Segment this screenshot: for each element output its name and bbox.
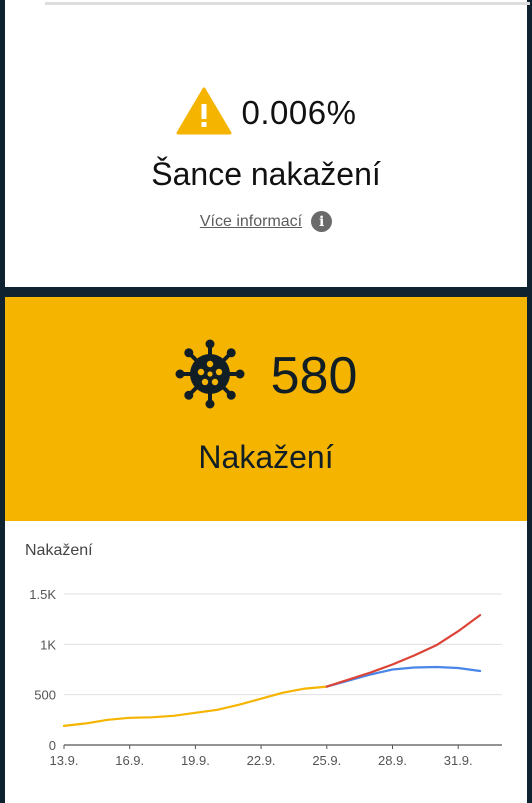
- y-tick-label: 1.5K: [29, 587, 56, 602]
- divider: [45, 2, 530, 5]
- risk-card: 0.006% Šance nakažení Více informací i: [5, 0, 530, 287]
- more-info-link[interactable]: Více informací: [200, 213, 302, 231]
- x-tick-label: 16.9.: [115, 753, 144, 768]
- chart-card: Nakažení 0 500 1K 1.5K 13.9. 16.9. 19.9. 22.9. 2…: [5, 521, 527, 803]
- x-tick-label: 13.9.: [50, 753, 79, 768]
- series-line-1: [325, 665, 482, 688]
- series-line-2: [325, 613, 482, 688]
- risk-title: Šance nakažení: [151, 156, 381, 192]
- y-tick-label: 1K: [40, 637, 56, 652]
- series-line-0: [62, 685, 328, 727]
- risk-value: 0.006%: [241, 94, 357, 131]
- x-tick-label: 31.9.: [444, 753, 473, 768]
- infected-row: 580: [5, 337, 527, 415]
- infections-chart: 0 500 1K 1.5K 13.9. 16.9. 19.9. 22.9. 25.9. 28.9.…: [29, 587, 502, 768]
- infected-card: 580 Nakažení: [5, 297, 527, 521]
- risk-row: 0.006%: [5, 87, 527, 140]
- y-tick-label: 500: [34, 688, 56, 703]
- x-tick-label: 19.9.: [181, 753, 210, 768]
- info-icon[interactable]: i: [311, 211, 333, 232]
- y-tick-label: 0: [49, 738, 56, 753]
- more-info-row: Více informací i: [5, 211, 527, 232]
- x-tick-label: 22.9.: [247, 753, 276, 768]
- infected-title: Nakažení: [198, 439, 334, 475]
- x-tick-label: 25.9.: [312, 753, 341, 768]
- infected-value: 580: [270, 347, 358, 405]
- x-tick-label: 28.9.: [378, 753, 407, 768]
- warning-icon: [176, 87, 232, 140]
- virus-icon: [175, 339, 245, 414]
